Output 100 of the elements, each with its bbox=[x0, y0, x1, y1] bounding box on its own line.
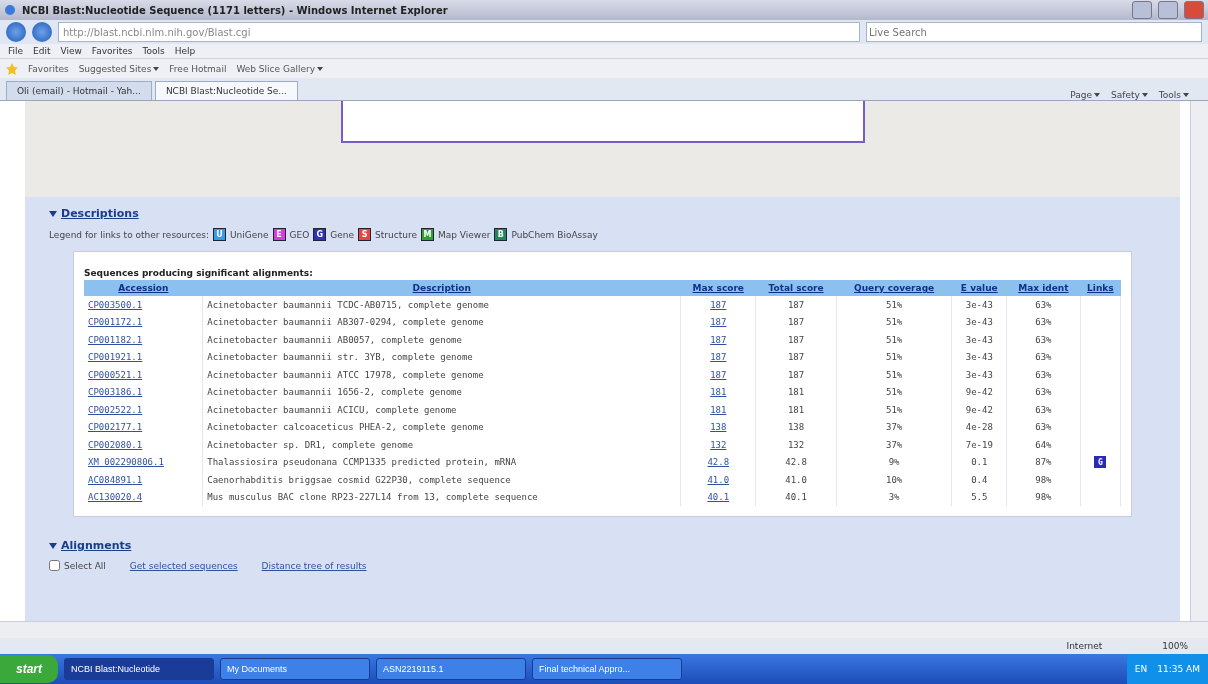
caret-icon bbox=[1094, 93, 1101, 97]
action-link[interactable]: Get selected sequences bbox=[129, 560, 238, 571]
favorites-button[interactable]: Favorites bbox=[28, 63, 69, 74]
accession-link[interactable]: XM_002290806.1 bbox=[88, 457, 164, 468]
alignments-heading[interactable]: Alignments bbox=[49, 539, 1156, 552]
table-cell: 98% bbox=[1006, 471, 1081, 489]
gene-link-icon[interactable]: G bbox=[1094, 456, 1107, 469]
resource-icon: U bbox=[213, 228, 226, 241]
table-cell: 3e-43 bbox=[951, 313, 1007, 331]
resource-icon: E bbox=[272, 228, 286, 241]
column-header[interactable]: Description bbox=[202, 280, 681, 296]
table-cell: 63% bbox=[1006, 366, 1081, 384]
favorite-link[interactable]: Web Slice Gallery bbox=[236, 63, 323, 74]
close-button[interactable] bbox=[1184, 1, 1204, 19]
caret-icon bbox=[1141, 93, 1148, 97]
back-button[interactable] bbox=[6, 22, 26, 42]
table-cell: Acinetobacter baumannii str. 3YB, complete genome bbox=[202, 348, 681, 366]
accession-link[interactable]: CP002522.1 bbox=[88, 404, 143, 415]
column-header[interactable]: Total score bbox=[755, 280, 837, 296]
menu-item[interactable]: View bbox=[60, 46, 82, 56]
minimize-button[interactable] bbox=[1132, 1, 1152, 19]
table-cell: 87% bbox=[1006, 453, 1081, 471]
score-link[interactable]: 132 bbox=[710, 439, 727, 450]
score-link[interactable]: 187 bbox=[710, 369, 727, 380]
table-cell: 63% bbox=[1006, 331, 1081, 349]
table-cell: 51% bbox=[836, 313, 952, 331]
accession-link[interactable]: CP001182.1 bbox=[88, 334, 143, 345]
favorite-link[interactable]: Suggested Sites bbox=[78, 63, 160, 74]
column-header[interactable]: Max ident bbox=[1006, 280, 1081, 296]
score-link[interactable]: 40.1 bbox=[707, 492, 730, 503]
menu-item[interactable]: File bbox=[8, 46, 24, 56]
action-link[interactable]: Distance tree of results bbox=[261, 560, 367, 571]
favorite-link[interactable]: Free Hotmail bbox=[169, 63, 227, 74]
score-link[interactable]: 181 bbox=[710, 387, 727, 398]
table-cell: 7e-19 bbox=[951, 436, 1007, 454]
accession-link[interactable]: CP001172.1 bbox=[88, 317, 143, 328]
accession-link[interactable]: CP002080.1 bbox=[88, 439, 143, 450]
menu-item[interactable]: Tools bbox=[142, 46, 165, 56]
accession-link[interactable]: CP003500.1 bbox=[88, 299, 143, 310]
column-header[interactable]: Accession bbox=[84, 280, 203, 296]
table-cell: 3e-43 bbox=[951, 366, 1007, 384]
menu-item[interactable]: Edit bbox=[33, 46, 51, 56]
score-link[interactable]: 187 bbox=[710, 299, 727, 310]
score-link[interactable]: 187 bbox=[710, 352, 727, 363]
forward-button[interactable] bbox=[32, 22, 52, 42]
accession-link[interactable]: CP000521.1 bbox=[88, 369, 143, 380]
clock: 11:35 AM bbox=[1157, 664, 1200, 674]
command-button[interactable]: Safety bbox=[1111, 90, 1148, 100]
table-cell: 63% bbox=[1006, 296, 1081, 314]
caret-icon bbox=[317, 66, 323, 71]
select-all-checkbox[interactable] bbox=[49, 560, 60, 571]
legend-text: Gene bbox=[330, 229, 355, 240]
table-cell: 40.1 bbox=[755, 488, 837, 506]
accession-link[interactable]: AC084891.1 bbox=[88, 474, 143, 485]
address-field[interactable]: http://blast.ncbi.nlm.nih.gov/Blast.cgi bbox=[58, 22, 860, 42]
table-cell: Acinetobacter calcoaceticus PHEA-2, complete genome bbox=[202, 418, 681, 436]
taskbar-button[interactable]: Final technical Appro... bbox=[532, 658, 682, 680]
table-cell: 51% bbox=[836, 348, 952, 366]
command-button[interactable]: Tools bbox=[1158, 90, 1189, 100]
legend-text: PubChem BioAssay bbox=[511, 229, 598, 240]
accession-link[interactable]: CP001921.1 bbox=[88, 352, 143, 363]
table-cell: 5.5 bbox=[951, 488, 1007, 506]
taskbar-button[interactable]: My Documents bbox=[220, 658, 370, 680]
table-cell: 187 bbox=[755, 331, 837, 349]
browser-tab[interactable]: NCBI Blast:Nucleotide Se... bbox=[154, 81, 298, 100]
score-link[interactable]: 187 bbox=[710, 317, 727, 328]
descriptions-heading[interactable]: Descriptions bbox=[49, 207, 1156, 220]
taskbar-button[interactable]: NCBI Blast:Nucleotide bbox=[64, 658, 214, 680]
caret-icon bbox=[1183, 93, 1189, 97]
window-title: NCBI Blast:Nucleotide Sequence (1171 letters) - Windows Internet Explorer bbox=[22, 4, 449, 16]
column-header[interactable]: Query coverage bbox=[836, 280, 952, 296]
language-indicator: EN bbox=[1134, 664, 1148, 674]
accession-link[interactable]: AC130020.4 bbox=[88, 492, 143, 503]
table-cell: 3e-43 bbox=[951, 348, 1007, 366]
table-cell: 51% bbox=[836, 401, 952, 419]
score-link[interactable]: 42.8 bbox=[707, 457, 730, 468]
table-cell: 51% bbox=[836, 366, 952, 384]
command-button[interactable]: Page bbox=[1070, 90, 1101, 100]
column-header[interactable]: Max score bbox=[680, 280, 756, 296]
table-cell: 187 bbox=[755, 313, 837, 331]
browser-tab[interactable]: Oli (email) - Hotmail - Yah... bbox=[6, 81, 152, 100]
search-field[interactable]: Live Search bbox=[866, 22, 1202, 42]
star-icon bbox=[6, 62, 18, 75]
score-link[interactable]: 138 bbox=[710, 422, 727, 433]
menu-item[interactable]: Favorites bbox=[91, 46, 133, 56]
accession-link[interactable]: CP003186.1 bbox=[88, 387, 143, 398]
column-header[interactable]: E value bbox=[951, 280, 1007, 296]
table-cell: 63% bbox=[1006, 383, 1081, 401]
score-link[interactable]: 181 bbox=[710, 404, 727, 415]
score-link[interactable]: 187 bbox=[710, 334, 727, 345]
zoom-level[interactable]: 100% bbox=[1162, 641, 1188, 651]
taskbar-button[interactable]: ASN2219115.1 bbox=[376, 658, 526, 680]
column-header[interactable]: Links bbox=[1080, 280, 1121, 296]
table-cell: 3e-43 bbox=[951, 296, 1007, 314]
caret-icon bbox=[153, 66, 160, 71]
accession-link[interactable]: CP002177.1 bbox=[88, 422, 143, 433]
menu-item[interactable]: Help bbox=[174, 46, 196, 56]
score-link[interactable]: 41.0 bbox=[707, 474, 730, 485]
maximize-button[interactable] bbox=[1158, 1, 1178, 19]
browser-icon bbox=[4, 4, 16, 16]
